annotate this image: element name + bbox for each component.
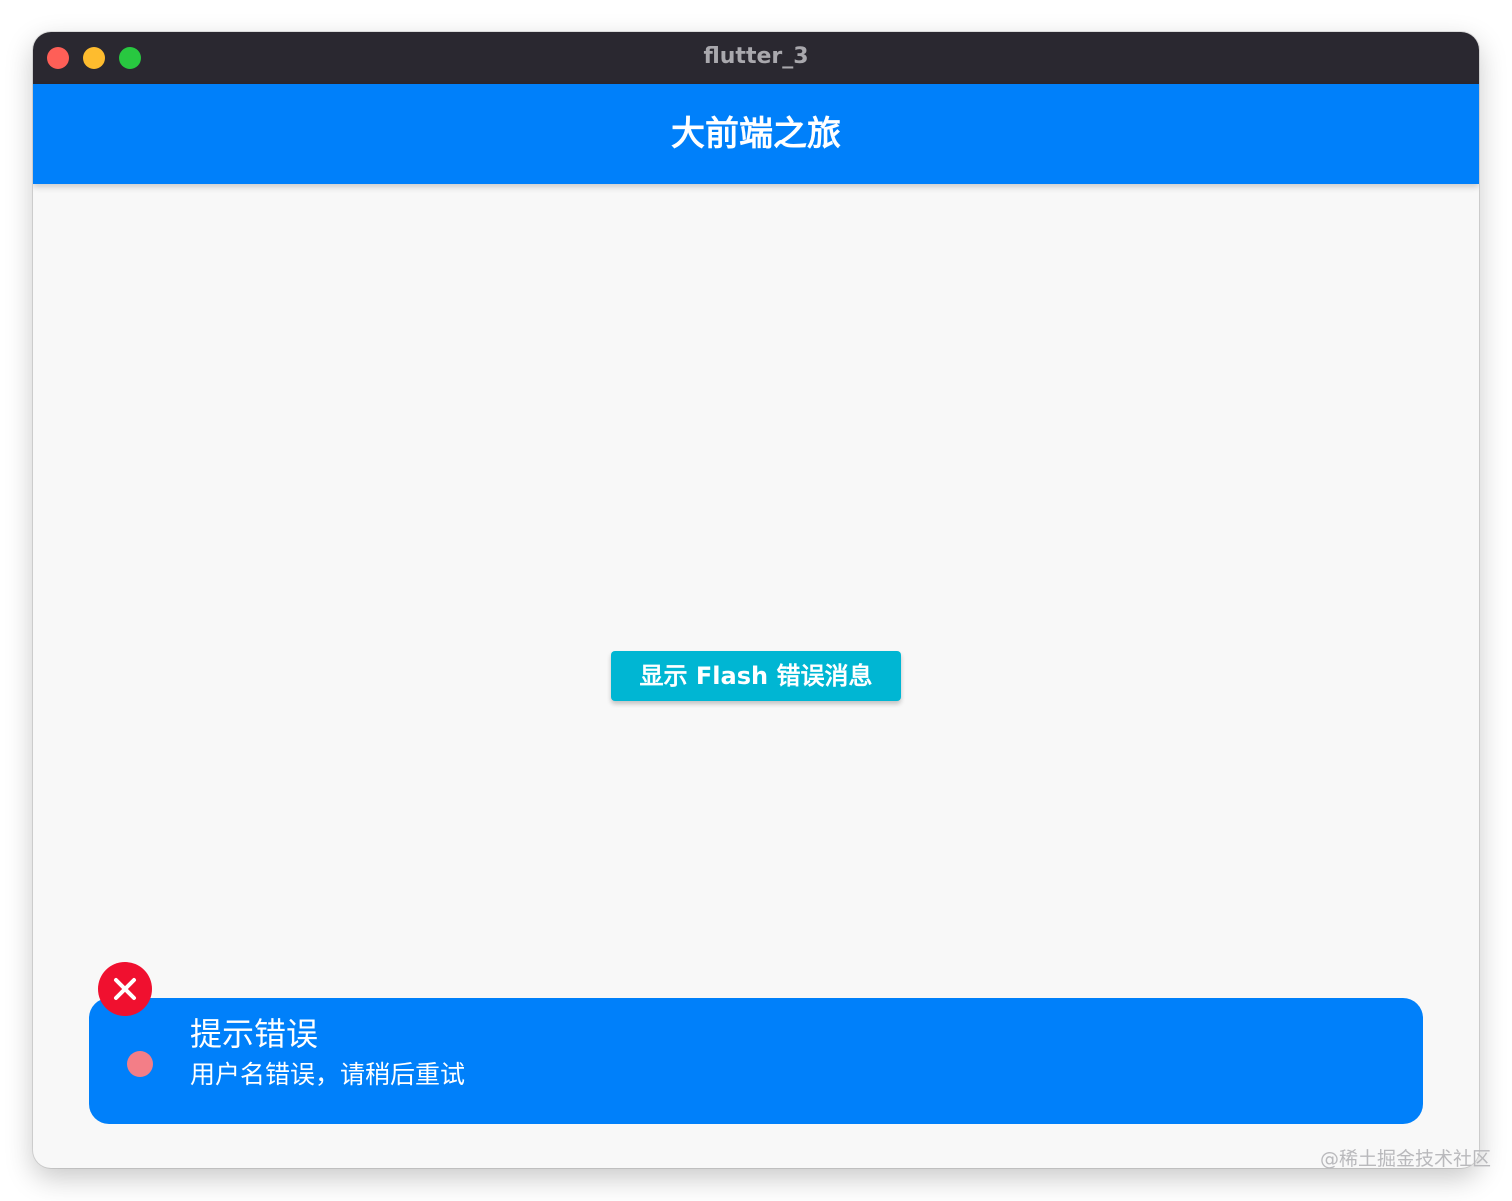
flash-message: 用户名错误，请稍后重试 xyxy=(190,1060,466,1089)
close-icon xyxy=(114,978,136,1000)
window-titlebar: flutter_3 xyxy=(33,32,1479,84)
flash-close-button[interactable] xyxy=(98,962,152,1016)
flash-message-bar[interactable]: 提示错误 用户名错误，请稍后重试 xyxy=(89,998,1423,1124)
window-title: flutter_3 xyxy=(703,44,809,69)
app-window: flutter_3 大前端之旅 显示 Flash 错误消息 提示错误 用户名错误… xyxy=(33,32,1479,1168)
flash-title: 提示错误 xyxy=(190,1015,319,1053)
watermark: @稀土掘金技术社区 xyxy=(1320,1148,1492,1170)
app-bar-title: 大前端之旅 xyxy=(671,114,841,154)
flash-indicator-dot xyxy=(127,1051,153,1077)
show-flash-error-button[interactable]: 显示 Flash 错误消息 xyxy=(611,651,901,701)
app-bar: 大前端之旅 xyxy=(33,84,1479,184)
